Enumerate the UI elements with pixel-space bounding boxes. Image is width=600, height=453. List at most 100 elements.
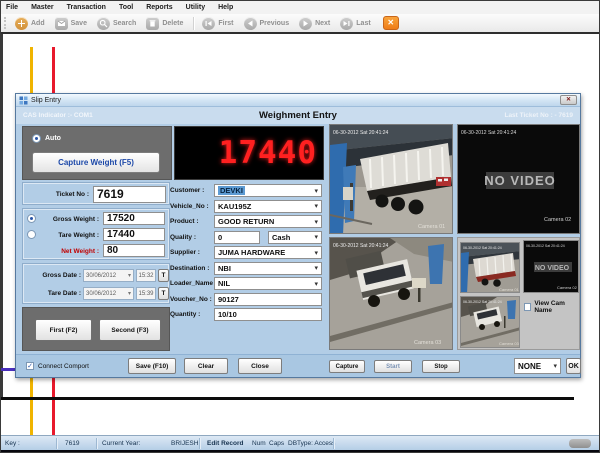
last-button[interactable]: Last [336, 15, 376, 31]
clear-button[interactable]: Clear [184, 358, 228, 374]
net-weight-field[interactable]: 80 [103, 244, 165, 257]
camera-3-thumb-scene: 06-30-2012 Sat 20:41:24 Camera 03 [461, 297, 520, 347]
gross-weight-label: Gross Weight : [52, 215, 99, 223]
tare-weight-radio[interactable] [27, 230, 36, 239]
svg-text:06-30-2012 Sat 20:41:24: 06-30-2012 Sat 20:41:24 [461, 130, 517, 136]
dialog-title: Slip Entry [31, 96, 61, 104]
svg-text:Camera 03: Camera 03 [499, 341, 520, 346]
gross-date-row: Gross Date : 30/06/2012 15:32 T [23, 269, 169, 283]
menu-tool[interactable]: Tool [119, 4, 133, 11]
toolbar-separator [193, 16, 195, 30]
pay-mode-combobox[interactable]: Cash [268, 230, 322, 244]
capture-button[interactable]: Capture [329, 360, 365, 373]
connect-comport-label: Connect Comport [38, 362, 89, 370]
voucher-no-label: Voucher_No : [170, 295, 212, 303]
dialog-title-bar[interactable]: Slip Entry [16, 94, 580, 107]
auto-radio[interactable] [32, 134, 41, 143]
ticket-no-field[interactable]: 7619 [93, 185, 166, 203]
tare-time-t-button[interactable]: T [158, 287, 169, 300]
stop-button[interactable]: Stop [422, 360, 460, 373]
save-f10-button[interactable]: Save (F10) [128, 358, 176, 374]
gross-date-picker[interactable]: 30/06/2012 [83, 269, 134, 282]
vehicle-no-label: Vehicle_No : [170, 202, 209, 210]
menu-utility[interactable]: Utility [186, 4, 205, 11]
loader-name-combobox[interactable]: NIL [214, 277, 322, 290]
destination-combobox[interactable]: NBI [214, 261, 322, 275]
product-label: Product : [170, 218, 199, 225]
destination-row: Destination : NBI [170, 261, 328, 276]
slip-entry-icon [19, 96, 28, 104]
camera-1-view: 06-30-2012 Sat 20:41:24 Camera 01 [329, 124, 453, 234]
tare-time-field[interactable]: 15:39 [136, 287, 156, 300]
dialog-close-button[interactable] [560, 95, 577, 105]
camera-select-combobox[interactable]: NONE [514, 358, 561, 374]
customer-row: Customer : DEVKI [170, 184, 328, 198]
toolbar-close-button[interactable] [382, 16, 399, 30]
skip-last-icon [340, 16, 354, 30]
start-button[interactable]: Start [374, 360, 412, 373]
save-button[interactable]: Save [51, 15, 93, 31]
status-key-label: Key : [5, 440, 20, 447]
toolbar-grip[interactable] [4, 17, 7, 29]
product-combobox[interactable]: GOOD RETURN [214, 215, 322, 228]
status-mode: Edit Record [207, 440, 244, 447]
gross-time-field[interactable]: 15:32 [136, 269, 156, 282]
supplier-combobox[interactable]: JUMA HARDWARE [214, 246, 322, 259]
svg-text:Camera 01: Camera 01 [418, 224, 445, 230]
quantity-label: Quantity : [170, 311, 201, 318]
status-separator [199, 438, 200, 449]
tare-date-picker[interactable]: 30/06/2012 [83, 287, 134, 300]
close-button[interactable]: Close [238, 358, 282, 374]
add-button[interactable]: Add [11, 15, 51, 31]
status-grip[interactable] [569, 439, 591, 448]
search-button[interactable]: Search [93, 15, 142, 31]
gross-time-t-button[interactable]: T [158, 269, 169, 282]
search-icon [96, 16, 110, 30]
connect-comport-checkbox[interactable] [26, 362, 34, 370]
first-button[interactable]: First [198, 15, 239, 31]
delete-button[interactable]: Delete [142, 15, 189, 31]
menu-file[interactable]: File [6, 4, 18, 11]
status-year-label: Current Year: [102, 440, 141, 447]
second-f3-button[interactable]: Second (F3) [99, 319, 161, 341]
tare-weight-field[interactable]: 17440 [103, 228, 165, 241]
quantity-field[interactable]: 10/10 [214, 308, 322, 321]
vehicle-no-combobox[interactable]: KAU195Z [214, 199, 322, 213]
previous-button[interactable]: Previous [240, 15, 296, 31]
tare-date-label: Tare Date : [47, 290, 81, 297]
svg-text:06-30-2012 Sat 20:41:24: 06-30-2012 Sat 20:41:24 [463, 246, 502, 250]
ok-button[interactable]: OK [566, 358, 581, 374]
status-num: Num [252, 440, 266, 447]
tare-weight-label: Tare Weight : [58, 231, 99, 239]
camera-1-thumb-scene: 06-30-2012 Sat 20:41:24 Camera 01 [461, 243, 520, 292]
capture-panel: Auto Capture Weight (F5) [22, 126, 172, 180]
camera-2-scene: NO VIDEO 06-30-2012 Sat 20:41:24 Camera … [458, 125, 579, 233]
menu-help[interactable]: Help [218, 4, 233, 11]
gross-weight-radio[interactable] [27, 214, 36, 223]
svg-text:NO VIDEO: NO VIDEO [535, 265, 570, 272]
svg-text:Camera 01: Camera 01 [499, 287, 520, 292]
menu-reports[interactable]: Reports [146, 4, 172, 11]
next-button[interactable]: Next [295, 15, 336, 31]
voucher-no-field[interactable]: 90127 [214, 292, 322, 306]
quality-field[interactable]: 0 [214, 230, 260, 244]
dialog-header: CAS Indicator :- COM1 Weighment Entry La… [16, 107, 580, 124]
camera-1-thumbnail[interactable]: 06-30-2012 Sat 20:41:24 Camera 01 [460, 242, 520, 293]
first-f2-button[interactable]: First (F2) [35, 319, 92, 341]
gross-weight-field[interactable]: 17520 [103, 212, 165, 225]
camera-2-thumbnail[interactable]: NO VIDEO 06-30-2012 Sat 20:41:24 Camera … [523, 240, 579, 293]
status-separator [333, 438, 334, 449]
status-separator [56, 438, 57, 449]
menu-master[interactable]: Master [31, 4, 54, 11]
capture-weight-button[interactable]: Capture Weight (F5) [32, 152, 160, 173]
supplier-label: Supplier : [170, 249, 200, 256]
loader-name-label: Loader_Name : [170, 280, 217, 287]
last-ticket-label: Last Ticket No : - 7619 [504, 112, 573, 119]
customer-combobox[interactable]: DEVKI [214, 184, 322, 197]
camera-3-thumbnail[interactable]: 06-30-2012 Sat 20:41:24 Camera 03 [460, 296, 520, 348]
loader-row: Loader_Name : NIL [170, 277, 328, 291]
camera-1-scene: 06-30-2012 Sat 20:41:24 Camera 01 [330, 125, 452, 233]
menu-transaction[interactable]: Transaction [67, 4, 106, 11]
view-cam-name-checkbox[interactable] [524, 303, 532, 311]
skip-first-icon [202, 16, 216, 30]
